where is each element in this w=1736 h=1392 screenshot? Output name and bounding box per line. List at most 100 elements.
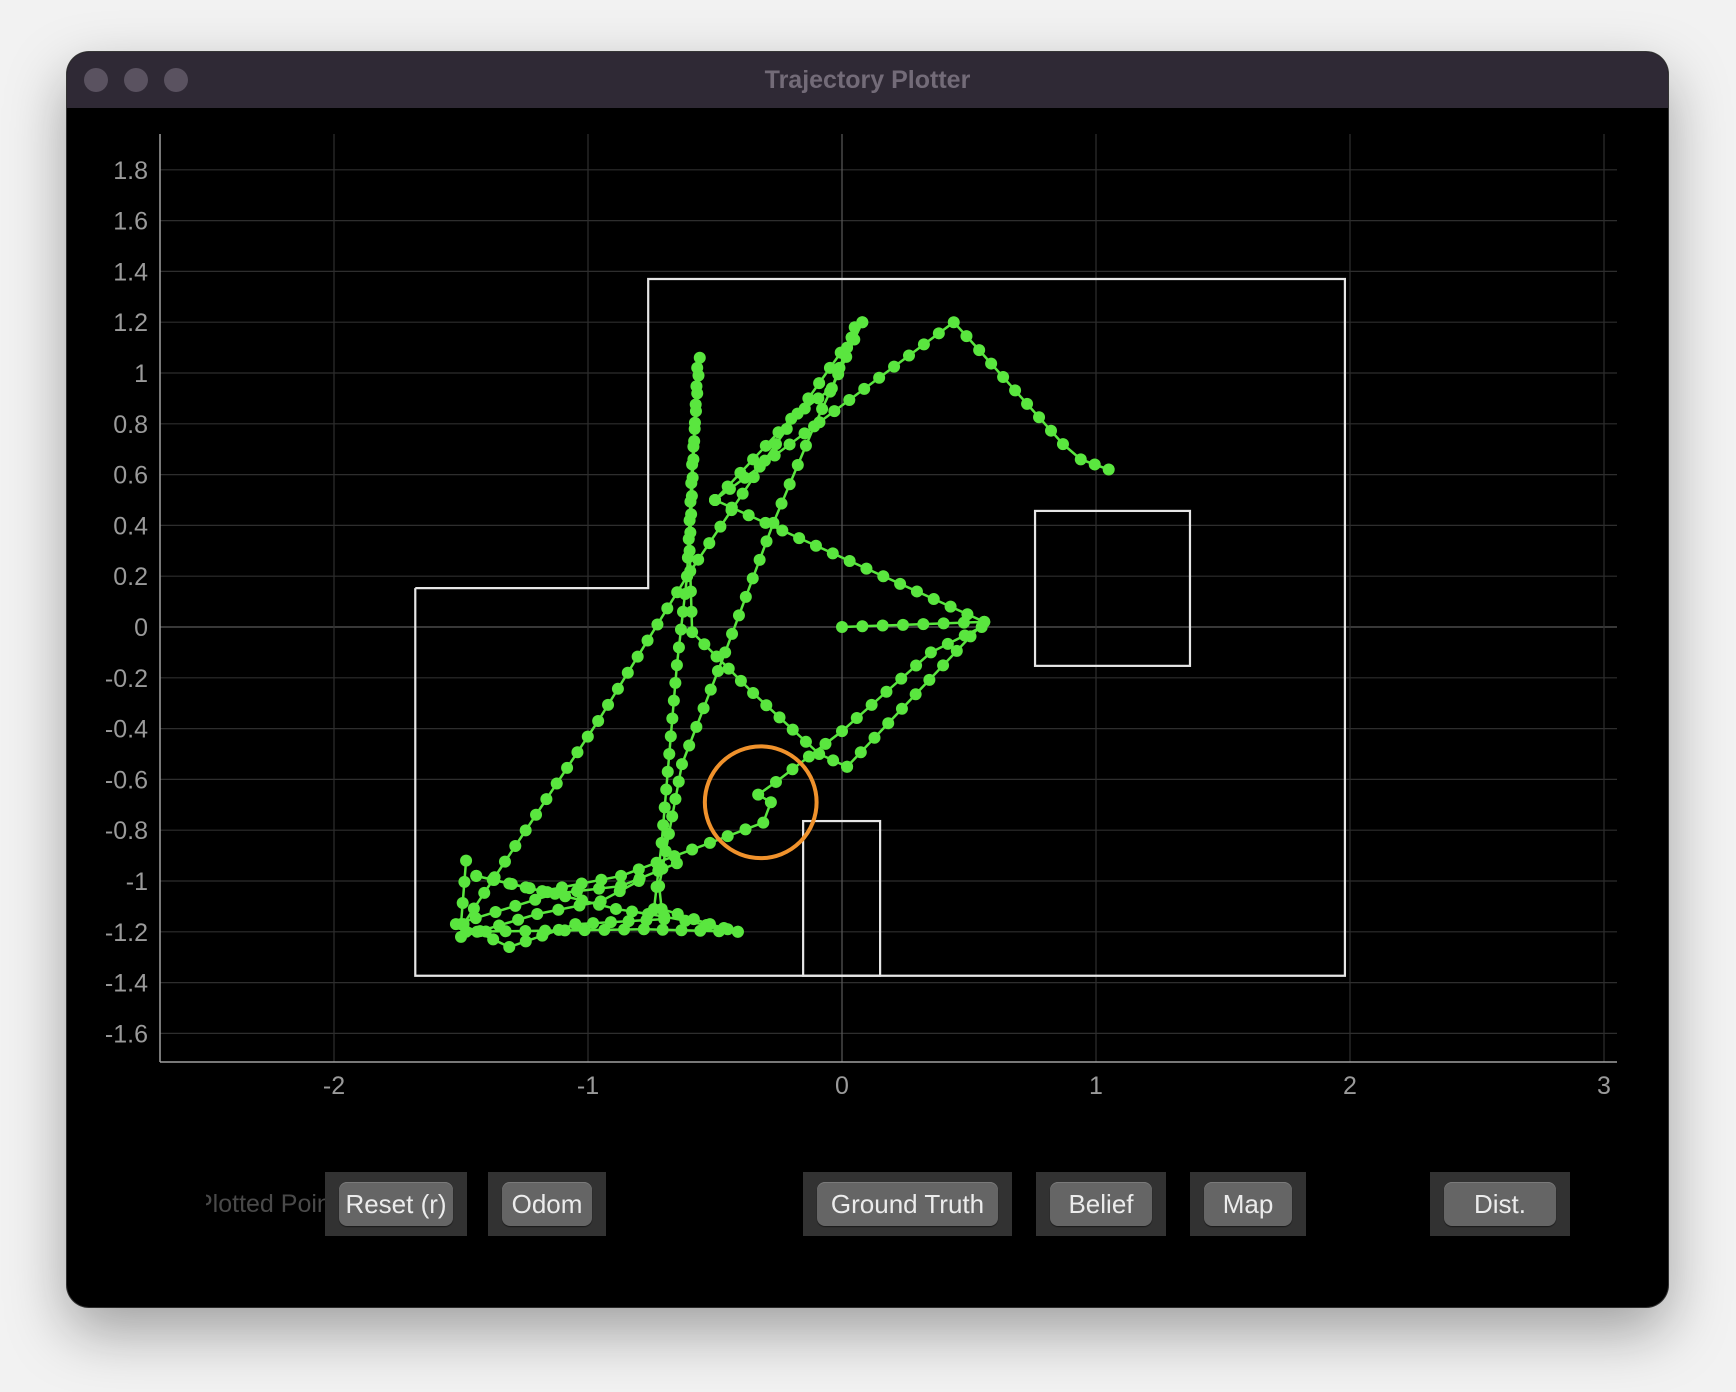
trajectory-point [592, 714, 605, 727]
trajectory-point [772, 426, 785, 439]
trajectory-point [747, 687, 760, 700]
trajectory-point [917, 338, 930, 351]
reset-button[interactable]: Reset (r) [339, 1182, 453, 1226]
trajectory-point [937, 659, 950, 672]
trajectory-point [613, 885, 626, 898]
trajectory-point [684, 526, 697, 539]
y-tick-label: -1.6 [105, 1020, 148, 1048]
trajectory-point [455, 930, 467, 943]
odom-button[interactable]: Odom [502, 1182, 592, 1226]
y-tick-label: 1.8 [113, 157, 148, 185]
trajectory-point [670, 857, 683, 870]
trajectory-point [458, 875, 471, 888]
x-tick-label: 0 [835, 1072, 849, 1100]
trajectory-point [529, 893, 542, 906]
trajectory-point [661, 765, 674, 778]
trajectory-point [997, 370, 1010, 383]
trajectory-point [593, 882, 606, 895]
trajectory-point [865, 698, 878, 711]
x-tick-label: 1 [1089, 1072, 1103, 1100]
trajectory-point [684, 585, 697, 598]
trajectory-point [923, 673, 936, 686]
trajectory-point [932, 327, 945, 340]
trajectory-point [642, 908, 655, 921]
trajectory-point [498, 855, 511, 868]
trajectory-point [843, 393, 856, 406]
trajectory-point [910, 585, 923, 598]
trajectory-point [783, 478, 796, 491]
trajectory-point [758, 454, 771, 467]
x-tick-label: 3 [1597, 1072, 1611, 1100]
belief-button[interactable]: Belief [1050, 1182, 1152, 1226]
y-tick-label: 1 [134, 360, 148, 388]
trajectory-plot[interactable]: 1.8 1.6 1.4 1.2 1 0.8 0.6 0.4 0.2 0 -0.2 -0.4 -0.6 -0… [67, 52, 1668, 1152]
y-tick-label: 0.2 [113, 563, 148, 591]
belief-button-frame: Belief [1036, 1172, 1166, 1236]
y-tick-label: 1.2 [113, 309, 148, 337]
trajectory-point [664, 730, 677, 743]
trajectory-point [1045, 424, 1058, 437]
trajectory-point [856, 620, 869, 633]
trajectory-point [1074, 453, 1087, 466]
trajectory-point [742, 509, 755, 522]
trajectory-point [786, 723, 799, 736]
trajectory-point [722, 662, 735, 675]
trajectory-point [460, 854, 473, 867]
trajectory-point [698, 638, 711, 651]
dist-button[interactable]: Dist. [1444, 1182, 1556, 1226]
trajectory-point [902, 349, 915, 362]
trajectory-point [683, 739, 696, 752]
trajectory-point [858, 382, 871, 395]
trajectory-point [895, 702, 908, 715]
trajectory-point [769, 775, 782, 788]
trajectory-point [489, 905, 502, 918]
trajectory-point [746, 572, 759, 585]
map-button[interactable]: Map [1204, 1182, 1292, 1226]
trajectory-point [785, 412, 798, 425]
trajectory-point [519, 924, 532, 937]
trajectory-point [679, 914, 692, 927]
y-tick-label: 1.4 [113, 258, 148, 286]
trajectory-point [877, 570, 890, 583]
trajectory-point [909, 688, 922, 701]
trajectory-point [666, 712, 679, 725]
trajectory-point [833, 361, 846, 374]
trajectory-point [927, 593, 940, 606]
x-tick-label: -2 [323, 1072, 345, 1100]
trajectory-point [753, 553, 766, 566]
trajectory-point [808, 420, 821, 433]
square-obstacle [1033, 509, 1192, 667]
trajectory-point [641, 634, 654, 647]
y-tick-label: -0.8 [105, 817, 148, 845]
trajectory-point [813, 377, 826, 390]
trajectory-point [880, 685, 893, 698]
trajectory-point [672, 775, 685, 788]
reset-button-frame: Reset (r) [325, 1172, 467, 1236]
trajectory-point [602, 698, 615, 711]
trajectory-point [656, 923, 669, 936]
trajectory-point [947, 316, 960, 329]
trajectory-point [721, 830, 734, 843]
trajectory-point [626, 905, 639, 918]
trajectory-point [836, 725, 848, 738]
ground-truth-button[interactable]: Ground Truth [817, 1182, 998, 1226]
trajectory-point [895, 672, 908, 685]
trajectory-point [876, 619, 889, 632]
trajectory-point [632, 875, 645, 887]
trajectory-point [799, 439, 812, 452]
trajectory-point [474, 925, 487, 938]
trajectory-point [896, 618, 909, 631]
trajectory-point [709, 494, 721, 506]
trajectory-point [539, 924, 552, 937]
trajectory-point [703, 537, 716, 550]
trajectory-point [690, 380, 703, 393]
trajectory-point [710, 650, 723, 663]
trajectory-point [693, 351, 706, 364]
trajectory-point [660, 783, 673, 796]
trajectory-point [655, 836, 668, 849]
trajectory-point [721, 923, 734, 936]
trajectory-point [558, 924, 571, 937]
trajectory-point [697, 702, 710, 715]
trajectory-point [561, 761, 574, 774]
trajectory-point [651, 618, 664, 631]
